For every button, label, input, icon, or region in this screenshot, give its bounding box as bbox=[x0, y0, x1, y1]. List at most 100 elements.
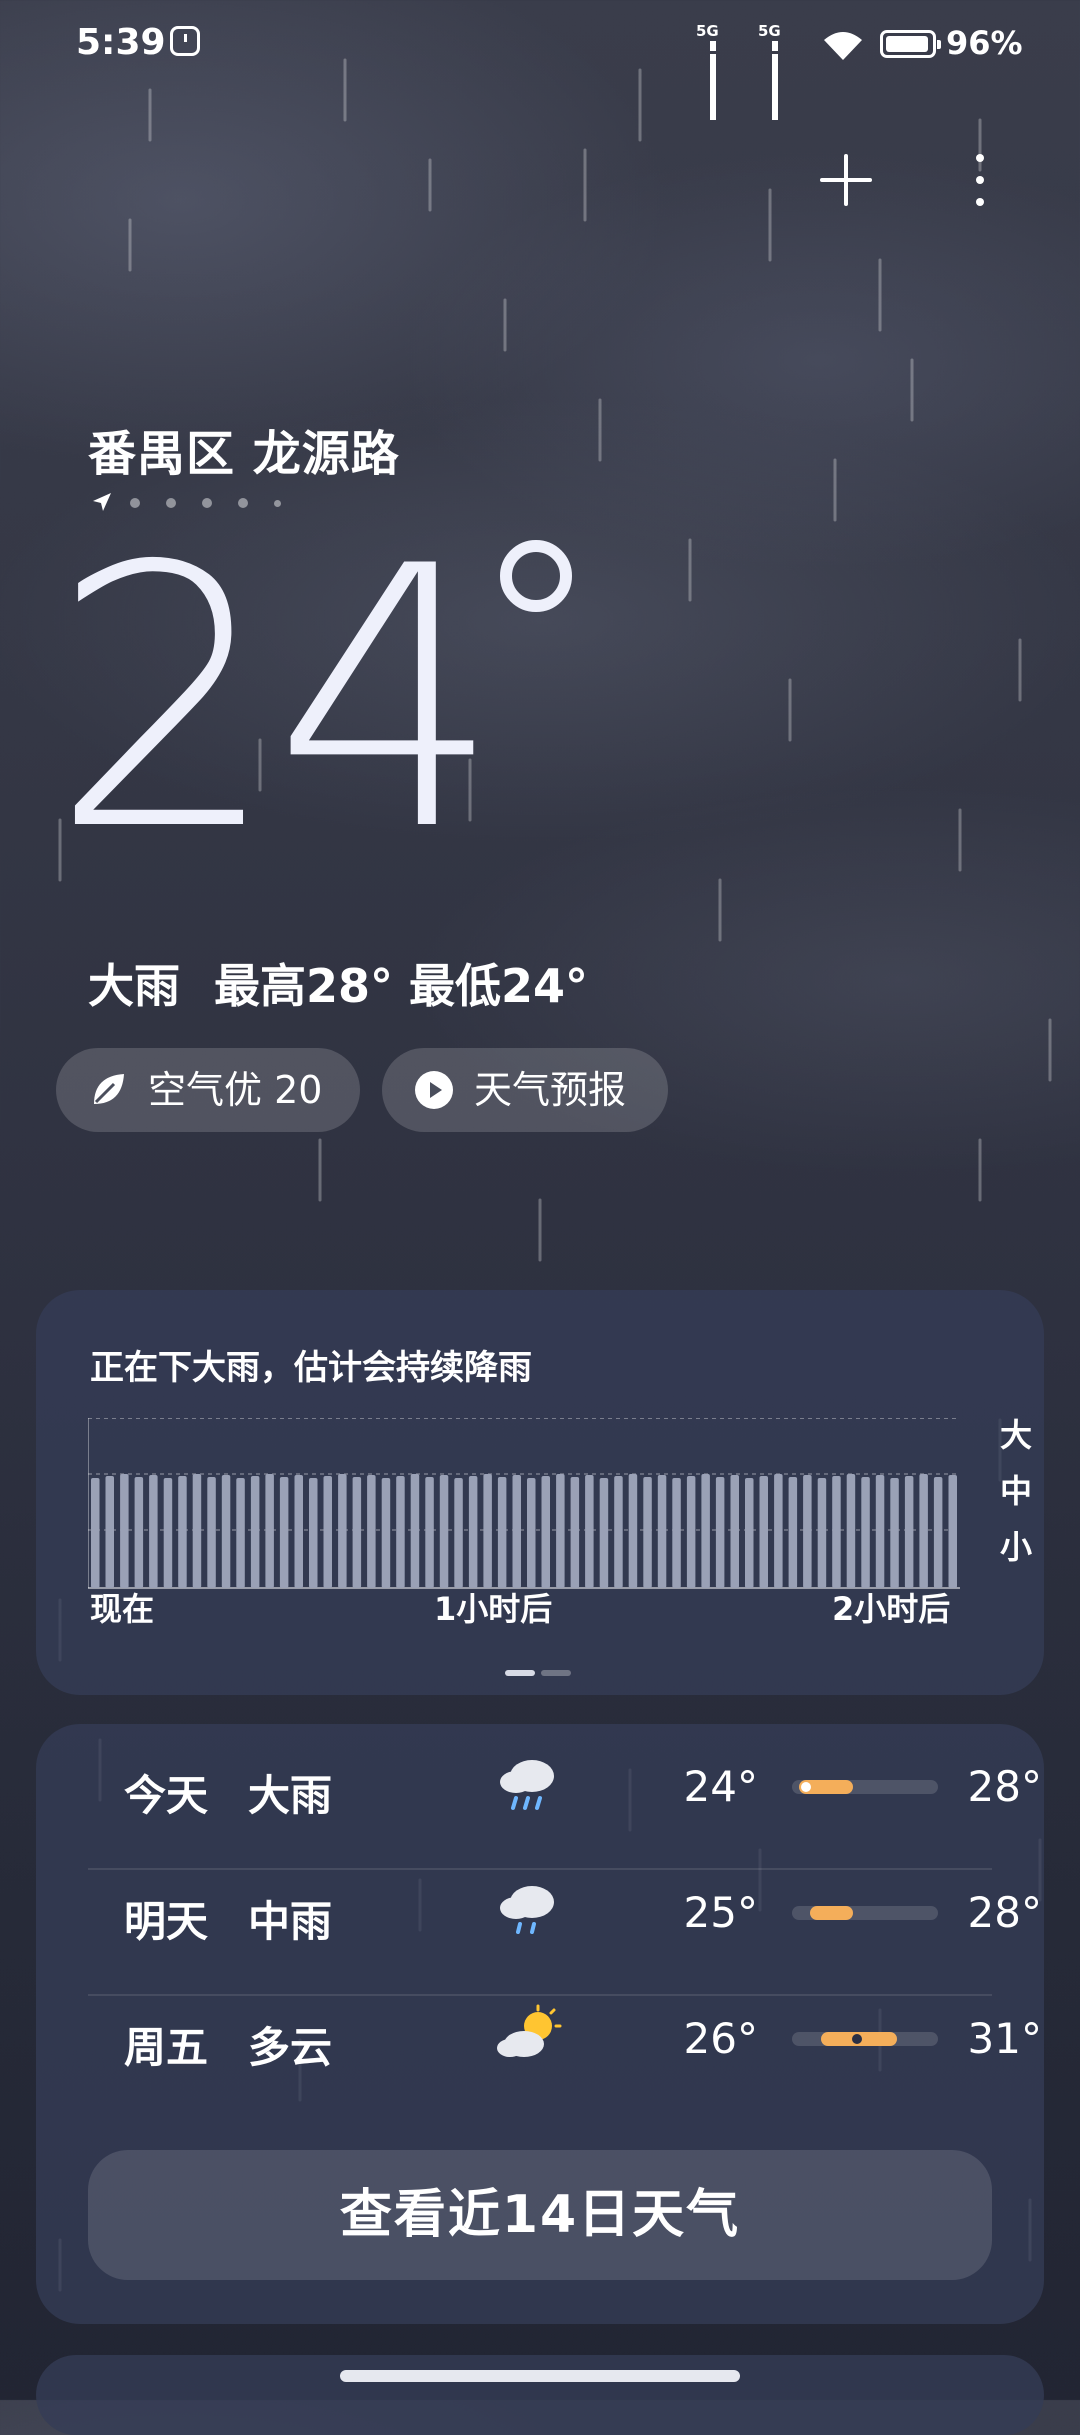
current-temperature: 24 bbox=[50, 490, 502, 909]
more-options-icon[interactable] bbox=[970, 152, 990, 208]
pager-dot bbox=[541, 1670, 571, 1676]
card-pager bbox=[505, 1670, 575, 1676]
precipitation-bar bbox=[614, 1476, 623, 1588]
day-name: 明天 bbox=[124, 1897, 209, 1946]
precipitation-bar bbox=[875, 1475, 885, 1588]
add-city-icon[interactable] bbox=[818, 152, 874, 208]
precipitation-bar bbox=[265, 1474, 274, 1588]
precipitation-bar bbox=[745, 1478, 754, 1588]
precipitation-bar bbox=[410, 1474, 420, 1588]
day-condition: 多云 bbox=[248, 2023, 333, 2072]
time-now: 现在 bbox=[90, 1590, 155, 1628]
low-temp: 最低24° bbox=[409, 959, 589, 1013]
temperature-range-bar bbox=[792, 2032, 938, 2046]
day-low: 25° bbox=[683, 1888, 758, 1937]
day-high: 28° bbox=[967, 1888, 1042, 1937]
precipitation-bar bbox=[730, 1475, 739, 1588]
precipitation-bar bbox=[890, 1478, 899, 1588]
precipitation-bar bbox=[425, 1477, 434, 1588]
precipitation-bar bbox=[468, 1476, 478, 1588]
precipitation-bar bbox=[686, 1476, 696, 1588]
day-low: 24° bbox=[683, 1762, 758, 1811]
precipitation-bar bbox=[556, 1474, 565, 1588]
condition-text: 大雨 bbox=[88, 959, 180, 1013]
precipitation-bar bbox=[497, 1477, 507, 1588]
status-time: 5:39 bbox=[76, 22, 166, 63]
day-condition: 大雨 bbox=[248, 1771, 333, 1820]
level-moderate: 中 bbox=[1000, 1472, 1033, 1510]
forecast-row-today[interactable]: 今天 大雨 24° 28° bbox=[88, 1724, 1042, 1850]
precipitation-bar bbox=[178, 1476, 187, 1588]
precipitation-bar bbox=[439, 1475, 449, 1588]
time-1h: 1小时后 bbox=[434, 1590, 553, 1628]
precipitation-bar bbox=[381, 1478, 391, 1588]
precipitation-bar bbox=[541, 1476, 550, 1588]
precipitation-bar bbox=[788, 1477, 798, 1588]
temperature-range-bar bbox=[792, 1780, 938, 1794]
precipitation-bar bbox=[948, 1475, 957, 1588]
precipitation-bar bbox=[701, 1474, 710, 1588]
heavy-rain-icon bbox=[500, 1760, 554, 1810]
precipitation-chart: 大 中 小 bbox=[87, 1416, 1032, 1590]
precipitation-bar bbox=[352, 1477, 362, 1588]
precipitation-bar bbox=[338, 1474, 347, 1588]
partly-cloudy-icon bbox=[497, 2004, 562, 2057]
leaf-icon bbox=[94, 1074, 124, 1104]
day-name: 今天 bbox=[124, 1771, 209, 1820]
precipitation-bar bbox=[803, 1475, 812, 1588]
level-heavy: 大 bbox=[1000, 1416, 1033, 1454]
forecast-row-tomorrow[interactable]: 明天 中雨 25° 28° bbox=[88, 1850, 1042, 1976]
precipitation-bar bbox=[774, 1474, 783, 1588]
weather-forecast-chip[interactable]: 天气预报 bbox=[382, 1048, 668, 1132]
next-card-peek bbox=[36, 2355, 1044, 2435]
precipitation-bar bbox=[207, 1477, 216, 1588]
moderate-rain-icon bbox=[500, 1886, 554, 1934]
precipitation-bar bbox=[483, 1474, 492, 1588]
battery-icon bbox=[880, 30, 941, 58]
precipitation-bar bbox=[512, 1475, 521, 1588]
day-name: 周五 bbox=[124, 2023, 209, 2072]
location-name[interactable]: 番禺区 龙源路 bbox=[88, 414, 400, 484]
precipitation-bar bbox=[832, 1476, 841, 1588]
alarm-clock-icon bbox=[170, 26, 200, 56]
precipitation-bar bbox=[105, 1476, 114, 1588]
home-indicator[interactable] bbox=[340, 2370, 740, 2382]
precipitation-bar bbox=[309, 1478, 318, 1588]
precipitation-bar bbox=[134, 1477, 144, 1588]
precipitation-bar bbox=[643, 1477, 652, 1588]
precipitation-bar bbox=[715, 1477, 725, 1588]
precipitation-bar bbox=[919, 1474, 928, 1588]
day-condition: 中雨 bbox=[248, 1897, 333, 1946]
precipitation-card[interactable]: 正在下大雨，估计会持续降雨 大 中 小 现在 1小时后 2小时后 bbox=[36, 1290, 1044, 1695]
precipitation-bar bbox=[294, 1475, 303, 1588]
precipitation-bar bbox=[221, 1475, 231, 1588]
precipitation-bar bbox=[163, 1478, 173, 1588]
high-temp: 最高28° bbox=[214, 959, 394, 1013]
precipitation-bar bbox=[396, 1476, 405, 1588]
forecast-row-friday[interactable]: 周五 多云 26° 31° bbox=[88, 1976, 1042, 2102]
precipitation-bar bbox=[570, 1477, 580, 1588]
precipitation-bar bbox=[904, 1476, 914, 1588]
view-14-day-button[interactable]: 查看近14日天气 bbox=[88, 2150, 992, 2280]
precipitation-bar bbox=[672, 1478, 681, 1588]
precipitation-bars bbox=[87, 1417, 960, 1589]
level-light: 小 bbox=[1000, 1528, 1033, 1566]
temperature-range-bar bbox=[792, 1906, 938, 1920]
precipitation-bar bbox=[236, 1478, 245, 1588]
precipitation-bar bbox=[323, 1476, 332, 1588]
wifi-icon bbox=[824, 32, 862, 60]
precipitation-bar bbox=[599, 1478, 609, 1588]
precipitation-bar bbox=[759, 1476, 768, 1588]
status-bar: 5:39 5G 5G 96% bbox=[0, 0, 1080, 120]
precipitation-bar bbox=[192, 1474, 202, 1588]
precipitation-bar bbox=[454, 1478, 463, 1588]
precipitation-summary: 正在下大雨，估计会持续降雨 bbox=[90, 1348, 532, 1388]
day-high: 28° bbox=[967, 1762, 1042, 1811]
precipitation-bar bbox=[120, 1474, 129, 1588]
precipitation-bar bbox=[250, 1476, 260, 1588]
precipitation-bar bbox=[861, 1477, 870, 1588]
precipitation-bar bbox=[628, 1474, 638, 1588]
battery-percent: 96% bbox=[946, 24, 1023, 62]
air-quality-chip[interactable]: 空气优 20 bbox=[56, 1048, 360, 1132]
precipitation-bar bbox=[585, 1475, 594, 1588]
